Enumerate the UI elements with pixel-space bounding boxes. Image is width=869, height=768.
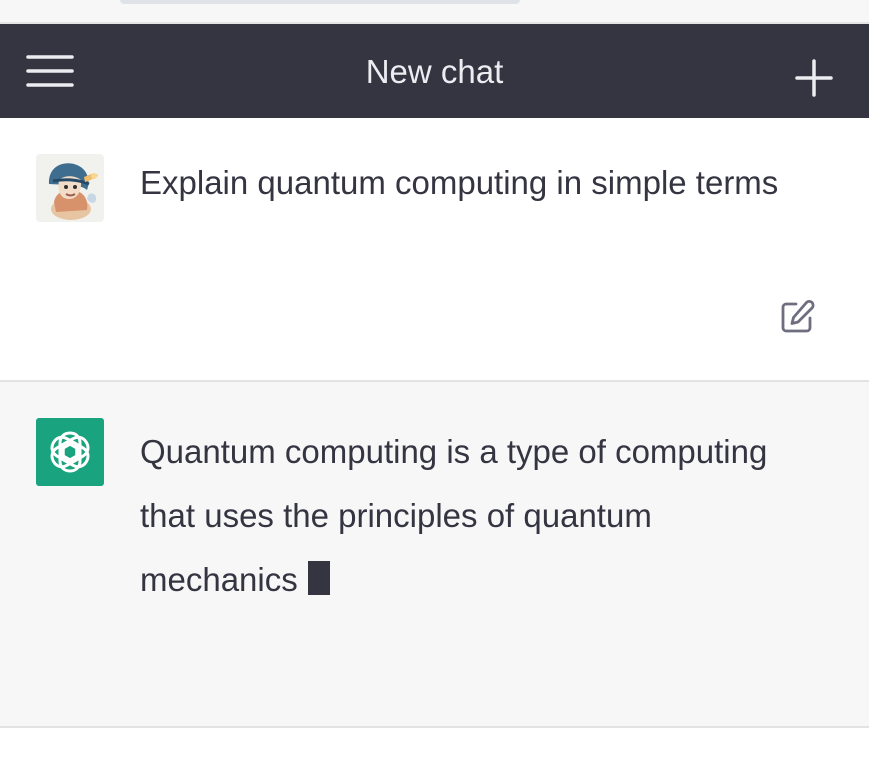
openai-logo-icon xyxy=(50,431,90,473)
plus-icon xyxy=(795,59,833,97)
user-message: Explain quantum computing in simple term… xyxy=(0,118,869,382)
edit-icon xyxy=(781,299,815,333)
avatar xyxy=(36,154,104,222)
chat-header: New chat xyxy=(0,24,869,118)
assistant-message: Quantum computing is a type of computing… xyxy=(0,382,869,728)
edit-message-button[interactable] xyxy=(778,298,816,336)
browser-address-bar-edge xyxy=(120,0,520,4)
page-title: New chat xyxy=(365,53,504,90)
assistant-avatar xyxy=(36,418,104,486)
new-chat-button[interactable] xyxy=(792,56,836,100)
user-avatar-illustration xyxy=(36,154,104,222)
user-message-text: Explain quantum computing in simple term… xyxy=(140,164,779,201)
typing-cursor xyxy=(307,561,330,595)
assistant-message-text: Quantum computing is a type of computing… xyxy=(140,433,768,598)
browser-address-strip xyxy=(0,0,869,24)
assistant-message-content: Quantum computing is a type of computing… xyxy=(140,420,780,612)
